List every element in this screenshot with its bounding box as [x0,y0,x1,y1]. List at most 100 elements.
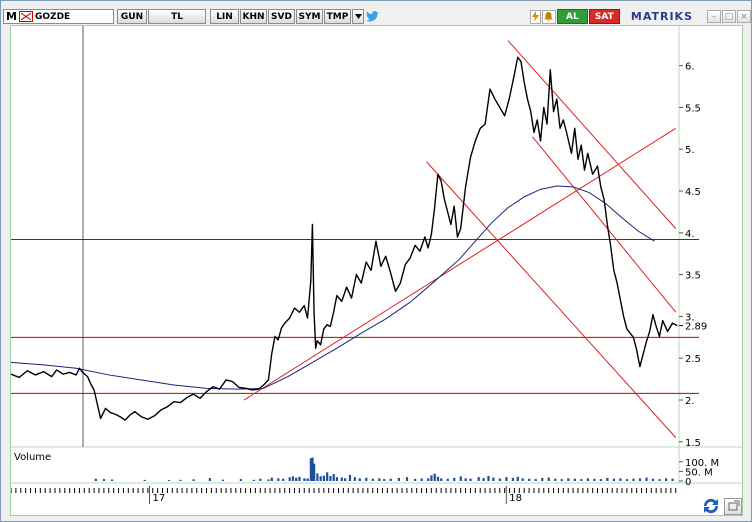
chart-area[interactable]: 6. 5.5 5. 4.5 4. 3.5 3. 2.5 2. 1.5 2.89 Volume 100. … [10,25,743,516]
volume-bar [645,477,648,481]
twitter-bird-icon[interactable] [365,10,379,24]
y-tick-label: 5.5 [685,103,701,114]
price-series-line [10,56,678,421]
volume-bar [252,479,255,481]
volume-bar [332,474,335,481]
volume-bar [487,476,490,481]
volume-bar [389,478,392,481]
volume-bar [554,478,557,481]
volume-bar [612,478,616,481]
volume-bar [516,476,519,481]
volume-label: Volume [14,452,51,463]
volume-bar [453,477,456,481]
volume-bar [436,476,440,481]
volume-bar [586,478,589,481]
khn-button[interactable]: KHN [240,9,267,24]
volume-bar [567,478,570,481]
volume-bar [547,477,550,481]
volume-bar [632,478,635,481]
dropdown-arrow-icon[interactable] [352,9,364,24]
volume-bar [277,478,280,481]
volume-bar [446,478,449,481]
volume-bar [511,477,515,481]
buy-button[interactable]: AL [556,9,588,24]
volume-bar [440,478,443,481]
lightning-icon[interactable] [529,9,541,24]
period-button[interactable]: GUN [117,9,147,24]
volume-bar [102,479,106,481]
volume-bar [383,479,386,481]
volume-bar [521,478,524,481]
volume-bar [658,479,661,481]
volume-bar [179,479,182,481]
volume-bar [111,479,114,481]
volume-bar [168,480,171,481]
volume-bar [316,473,319,481]
sym-button[interactable]: SYM [296,9,323,24]
volume-bar [498,478,501,481]
volume-bar [239,479,242,481]
moving-average-line [10,185,655,390]
volume-bar [664,478,668,481]
currency-button[interactable]: TL [148,9,206,24]
last-price-label: 2.89 [685,322,707,333]
volume-bar [477,477,480,481]
trend-line [243,127,677,401]
volume-bar [651,478,655,481]
volume-bar [322,475,326,481]
volume-bar [469,478,472,481]
volume-bar [492,477,495,481]
volume-bar [405,477,409,481]
volume-bar [94,478,97,481]
volume-bar [593,478,596,481]
volume-bar [313,463,316,481]
volume-bar [459,476,462,481]
symbol-label: GOZDE [35,11,71,22]
volume-bar [580,479,583,481]
y-tick-label: 4.5 [685,187,701,198]
trend-line [507,40,677,229]
alarm-bell-icon[interactable] [541,9,556,24]
volume-bar [208,478,211,481]
volume-bar [625,479,629,481]
volume-bar [298,476,301,481]
volume-bar [599,479,602,481]
volume-bar [340,477,343,481]
volume-bar [433,473,436,481]
symbol-selector[interactable]: M GOZDE [3,9,114,24]
volume-bar [295,477,298,481]
x-tick-label: 18 [509,493,522,504]
y-tick-label: 2. [685,396,695,407]
volume-bar [606,477,609,481]
expand-icon[interactable] [724,498,742,515]
minimize-icon[interactable]: – [707,10,721,23]
svd-button[interactable]: SVD [268,9,295,24]
maximize-icon[interactable]: □ [722,10,736,23]
y-tick-label: 1.5 [685,438,701,449]
volume-bar [430,475,433,481]
volume-bar [619,478,622,481]
tmp-button[interactable]: TMP [324,9,351,24]
y-tick-label: 3.5 [685,271,701,282]
volume-bar [291,476,295,481]
volume-bar [528,478,531,481]
price-chart[interactable]: 6.5.55.4.54.3.53.2.52.1.52.89Volume100. … [10,26,742,515]
symbol-menu-icon[interactable]: M [6,10,17,23]
volume-bar [192,479,195,481]
chart-window: M GOZDE GUN TL LIN KHN SVD SYM TMP AL SA… [0,0,752,522]
volume-bar [371,478,374,481]
volume-bar [288,477,291,481]
volume-bar [464,478,467,481]
volume-bar [358,478,361,481]
volume-bar [534,479,537,481]
sell-button[interactable]: SAT [588,9,620,24]
scale-button[interactable]: LIN [210,9,239,24]
close-icon[interactable]: × [737,10,751,23]
volume-bar [671,478,674,481]
volume-bar [259,478,262,481]
volume-bar [365,477,368,481]
volume-bar [326,472,329,481]
y-tick-label: 6. [685,62,695,73]
x-tick-label: 17 [152,493,165,504]
refresh-icon[interactable] [701,497,721,515]
